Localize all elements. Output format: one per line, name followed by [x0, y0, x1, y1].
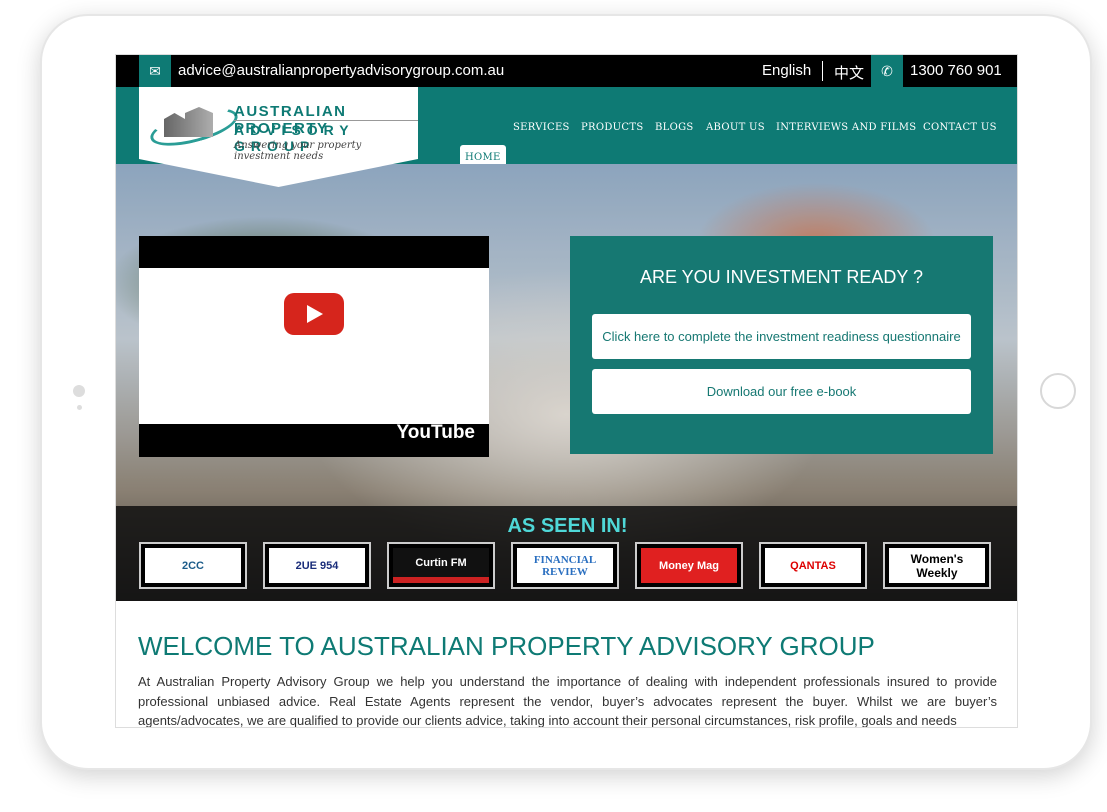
envelope-icon: ✉: [139, 55, 171, 87]
video-thumbnail: [139, 268, 489, 424]
language-english[interactable]: English: [762, 62, 811, 79]
media-logo-2cc: 2CC: [139, 542, 247, 589]
ebook-button[interactable]: Download our free e-book: [592, 369, 971, 414]
sensor-dot: [77, 405, 82, 410]
youtube-logo: YouTube: [396, 422, 475, 443]
logo-tagline: Answering your property investment needs: [234, 140, 362, 162]
media-logo-curtin-fm: Curtin FM: [387, 542, 495, 589]
youtube-video[interactable]: YouTube: [139, 236, 489, 457]
media-logo-qantas: QANTAS: [759, 542, 867, 589]
welcome-text: At Australian Property Advisory Group we…: [138, 674, 997, 728]
investment-ready-panel: ARE YOU INVESTMENT READY ? Click here to…: [570, 236, 993, 454]
as-seen-in-band: AS SEEN IN! 2CC 2UE 954 Curtin FM FINANC…: [116, 506, 1017, 601]
nav-products[interactable]: PRODUCTS: [581, 122, 643, 133]
questionnaire-button[interactable]: Click here to complete the investment re…: [592, 314, 971, 359]
cta-title: ARE YOU INVESTMENT READY ?: [639, 267, 924, 287]
nav-blogs[interactable]: BLOGS: [655, 122, 694, 133]
play-icon[interactable]: [284, 293, 344, 335]
divider: [822, 61, 823, 81]
email-link[interactable]: advice@australianpropertyadvisorygroup.c…: [178, 62, 504, 79]
camera-dot: [73, 385, 85, 397]
media-logo-financial-review: FINANCIAL REVIEW: [511, 542, 619, 589]
language-chinese[interactable]: 中文: [834, 62, 864, 83]
website-screen: ✉ advice@australianpropertyadvisorygroup…: [115, 54, 1018, 728]
media-logo-money-mag: Money Mag: [635, 542, 743, 589]
top-bar: ✉ advice@australianpropertyadvisorygroup…: [116, 55, 1017, 87]
nav-about-us[interactable]: ABOUT US: [706, 122, 765, 133]
welcome-section: WELCOME TO AUSTRALIAN PROPERTY ADVISORY …: [116, 601, 1017, 728]
phone-icon: ✆: [871, 55, 903, 87]
nav-contact-us[interactable]: CONTACT US: [923, 122, 997, 133]
media-logo-2ue: 2UE 954: [263, 542, 371, 589]
media-logo-womens-weekly: Women's Weekly: [883, 542, 991, 589]
tablet-home-button: [1040, 373, 1076, 409]
nav-interviews-and-films[interactable]: INTERVIEWS AND FILMS: [776, 122, 916, 133]
nav-services[interactable]: SERVICES: [513, 122, 570, 133]
as-seen-in-title: AS SEEN IN!: [507, 515, 628, 537]
phone-link[interactable]: 1300 760 901: [910, 62, 1002, 79]
welcome-title: WELCOME TO AUSTRALIAN PROPERTY ADVISORY …: [138, 631, 875, 661]
